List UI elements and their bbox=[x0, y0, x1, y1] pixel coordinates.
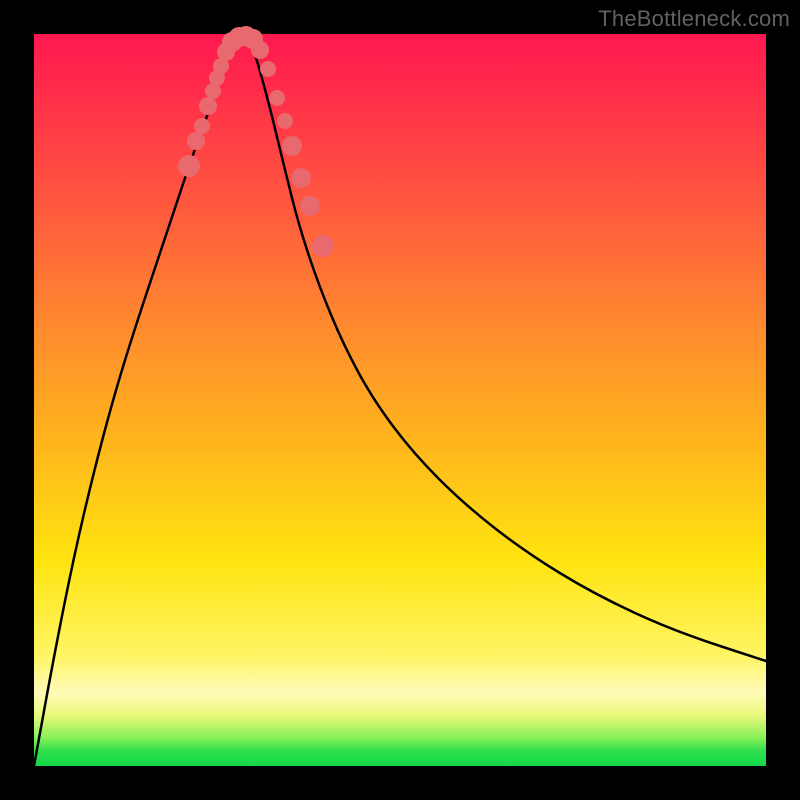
data-marker bbox=[194, 118, 210, 134]
plot-area bbox=[34, 34, 766, 766]
data-marker bbox=[178, 155, 200, 177]
data-marker bbox=[291, 168, 311, 188]
data-marker bbox=[269, 90, 285, 106]
chart-frame: TheBottleneck.com bbox=[0, 0, 800, 800]
curve-svg bbox=[34, 34, 766, 766]
data-marker bbox=[260, 61, 276, 77]
data-marker bbox=[282, 136, 302, 156]
data-marker bbox=[312, 235, 334, 257]
data-marker bbox=[277, 113, 293, 129]
data-marker bbox=[300, 196, 320, 216]
data-marker bbox=[251, 41, 269, 59]
watermark-text: TheBottleneck.com bbox=[598, 6, 790, 32]
data-marker bbox=[187, 132, 205, 150]
bottleneck-curve bbox=[34, 37, 766, 766]
data-marker bbox=[199, 97, 217, 115]
